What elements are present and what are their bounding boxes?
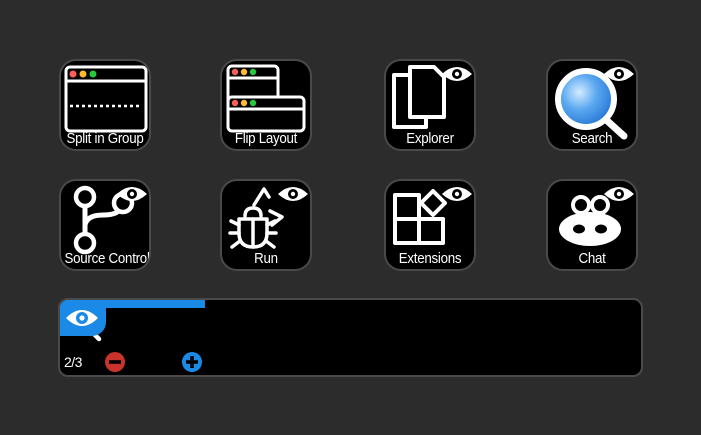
eye-icon	[442, 187, 472, 201]
explorer-button[interactable]: Explorer	[384, 59, 476, 151]
tile-label: Source Control	[64, 251, 150, 267]
tile-label: Flip Layout	[234, 131, 298, 147]
eye-badge	[60, 300, 106, 336]
split-in-group-button[interactable]: Split in Group	[59, 59, 151, 151]
plus-circle-icon[interactable]	[181, 351, 203, 373]
tile-label: Run	[254, 251, 278, 267]
tile-label: Explorer	[406, 131, 454, 147]
tile-label: Split in Group	[66, 131, 144, 147]
search-button[interactable]: Search	[546, 59, 638, 151]
extensions-button[interactable]: Extensions	[384, 179, 476, 271]
tile-label: Extensions	[398, 251, 462, 267]
minus-circle-icon[interactable]	[104, 351, 126, 373]
eye-icon	[66, 310, 98, 326]
flip-layout-button[interactable]: Flip Layout	[220, 59, 312, 151]
tile-label: Chat	[578, 251, 606, 267]
eye-icon	[604, 187, 634, 201]
chat-button[interactable]: Chat	[546, 179, 638, 271]
zoom-panel: 2/3	[58, 298, 643, 377]
run-button[interactable]: Run	[220, 179, 312, 271]
eye-icon	[278, 187, 308, 201]
source-control-button[interactable]: Source Control	[59, 179, 151, 271]
page-counter: 2/3	[64, 354, 82, 370]
eye-icon	[442, 67, 472, 81]
tile-label: Search	[571, 131, 613, 147]
zoom-progress-bar	[60, 300, 641, 308]
